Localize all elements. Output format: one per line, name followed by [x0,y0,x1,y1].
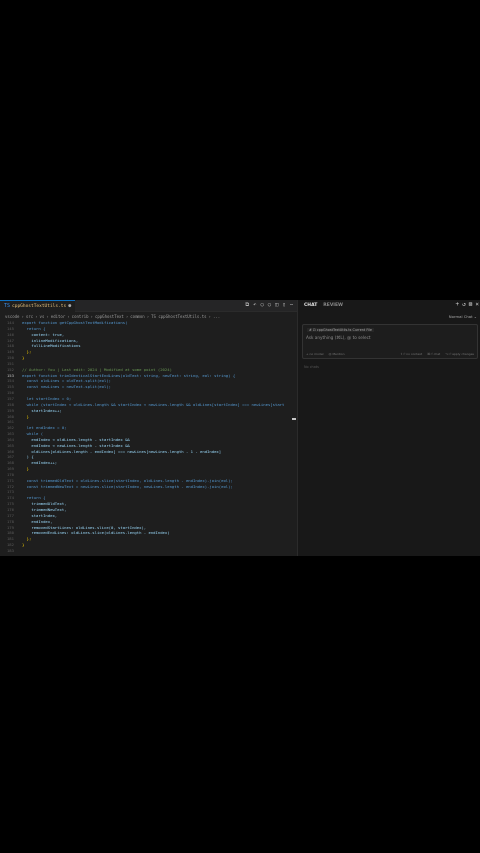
code-text: content: true, [22,331,65,337]
breadcrumb-item[interactable]: common [130,314,144,319]
modified-dot-icon[interactable]: ● [68,303,71,309]
code-text: export function trimIdenticalStartEndLin… [22,372,236,378]
chat-panel: CHAT REVIEW + ↺ ⊠ × Normal Chat ⌄ # ⊡ cp… [297,300,480,556]
chat-input-box[interactable]: # ⊡ cppGhostTextUtils.ts Current File As… [302,324,478,359]
code-text: const oldLines = oldText.split(eol); [22,378,112,384]
code-text: removedEndLines: oldLines.slice(oldLines… [22,530,170,536]
code-text: } [22,413,30,419]
plus-icon[interactable]: + [456,301,460,308]
code-text: trimmedOldText, [22,501,67,507]
code-text: } [22,466,30,472]
tab-label: cppGhostTextUtils.ts [12,303,67,309]
circle-icon[interactable]: ○ [260,302,263,309]
code-text: endIndex < oldLines.length - startIndex … [22,436,130,442]
code-text: ) { [22,454,34,460]
code-text: return { [22,495,46,501]
code-text: startIndex++; [22,407,62,413]
code-text: trimmedNewText, [22,507,67,512]
editor-tab[interactable]: TS cppGhostTextUtils.ts ● [0,300,76,312]
code-text: removedStartLines: oldLines.slice(0, sta… [22,524,147,530]
code-text: const trimmedNewText = newLines.slice(st… [22,483,233,489]
split-editor-icon[interactable]: ◫ [275,302,278,309]
breadcrumb-item[interactable]: ... [213,314,220,319]
editor-toolbar: ⧉ ↶ ○ ○ ◫ ▯ ⋯ [245,302,293,309]
chat-input-placeholder[interactable]: Ask anything (⌘L), @ to select [306,335,371,340]
no-context-button[interactable]: ⇧⏎ no context [400,352,422,356]
code-text: startIndex, [22,512,58,518]
code-text: const newLines = newText.split(eol); [22,384,112,390]
chat-header-icons: + ↺ ⊠ × [456,301,480,308]
close-icon[interactable]: × [475,301,479,308]
layout-icon[interactable]: ▯ [282,302,285,309]
circle-icon[interactable]: ○ [268,302,271,309]
code-text: endIndex < newLines.length - startIndex … [22,442,130,448]
code-text: }; [22,349,32,355]
chat-history-label: No chats [304,365,319,369]
code-text: } [22,355,25,361]
code-text: } [22,542,25,548]
code-text: return { [22,325,46,331]
apply-changes-button[interactable]: ⌥⏎ apply changes [445,352,474,356]
breadcrumb-item[interactable]: src [26,314,33,319]
chat-mode-select[interactable]: Normal Chat ⌄ [449,314,477,319]
code-text: fullLineModifications [22,343,81,349]
breadcrumb-item[interactable]: editor [51,314,65,319]
code-text: }; [22,536,32,542]
code-text: let endIndex = 0; [22,425,67,431]
code-text: while ( [22,431,44,437]
code-editor[interactable]: TS cppGhostTextUtils.ts ● ⧉ ↶ ○ ○ ◫ ▯ ⋯ … [0,300,297,556]
code-text: oldLines[oldLines.length - endIndex] ===… [22,448,222,454]
context-chip[interactable]: # ⊡ cppGhostTextUtils.ts Current File [307,328,375,332]
breadcrumb-item[interactable]: cppGhostText [95,314,124,319]
code-text: endIndex, [22,518,53,524]
code-text: while (startIndex < oldLines.length && s… [22,401,285,407]
expand-icon[interactable]: ⊠ [469,301,473,308]
breadcrumb-item[interactable]: TS cppGhostTextUtils.ts [151,314,206,319]
code-text: // Author: You | Last edit: 2024 | Modif… [22,366,172,372]
code-text: let startIndex = 0; [22,395,72,401]
go-back-icon[interactable]: ↶ [253,302,256,309]
compare-icon[interactable]: ⧉ [245,302,249,309]
chat-header: CHAT REVIEW + ↺ ⊠ × [298,300,480,311]
code-text: endIndex++; [22,460,58,466]
breadcrumb-item[interactable]: contrib [72,314,89,319]
code-text: export function getCppGhostTextModificat… [22,320,128,325]
editor-tabbar: TS cppGhostTextUtils.ts ● ⧉ ↶ ○ ○ ◫ ▯ ⋯ [0,300,297,312]
line-number: 183 [6,547,14,553]
model-select[interactable]: + no model [306,352,324,356]
code-text: inlineModifications, [22,337,79,343]
scrollbar-marker[interactable] [292,418,296,420]
tab-review[interactable]: REVIEW [323,303,343,308]
code-text: const trimmedOldText = oldLines.slice(st… [22,477,233,483]
breadcrumb-item[interactable]: vs [40,314,45,319]
mention-button[interactable]: @ Mention [329,352,345,356]
code-line[interactable]: 183 [0,548,297,554]
tab-chat[interactable]: CHAT [304,303,317,308]
chat-input-footer: + no model @ Mention ⇧⏎ no context ⌘⏎ ch… [306,352,474,356]
ide-window: TS cppGhostTextUtils.ts ● ⧉ ↶ ○ ○ ◫ ▯ ⋯ … [0,300,480,556]
code-area[interactable]: 144 export function getCppGhostTextModifi… [0,320,297,554]
chat-submit-button[interactable]: ⌘⏎ chat [427,352,440,356]
ts-file-icon: TS [4,303,11,309]
breadcrumb: vscode › src › vs › editor › contrib › cppGho… [5,313,221,319]
breadcrumb-item[interactable]: vscode [5,314,19,319]
history-icon[interactable]: ↺ [462,301,466,308]
more-icon[interactable]: ⋯ [290,302,293,309]
